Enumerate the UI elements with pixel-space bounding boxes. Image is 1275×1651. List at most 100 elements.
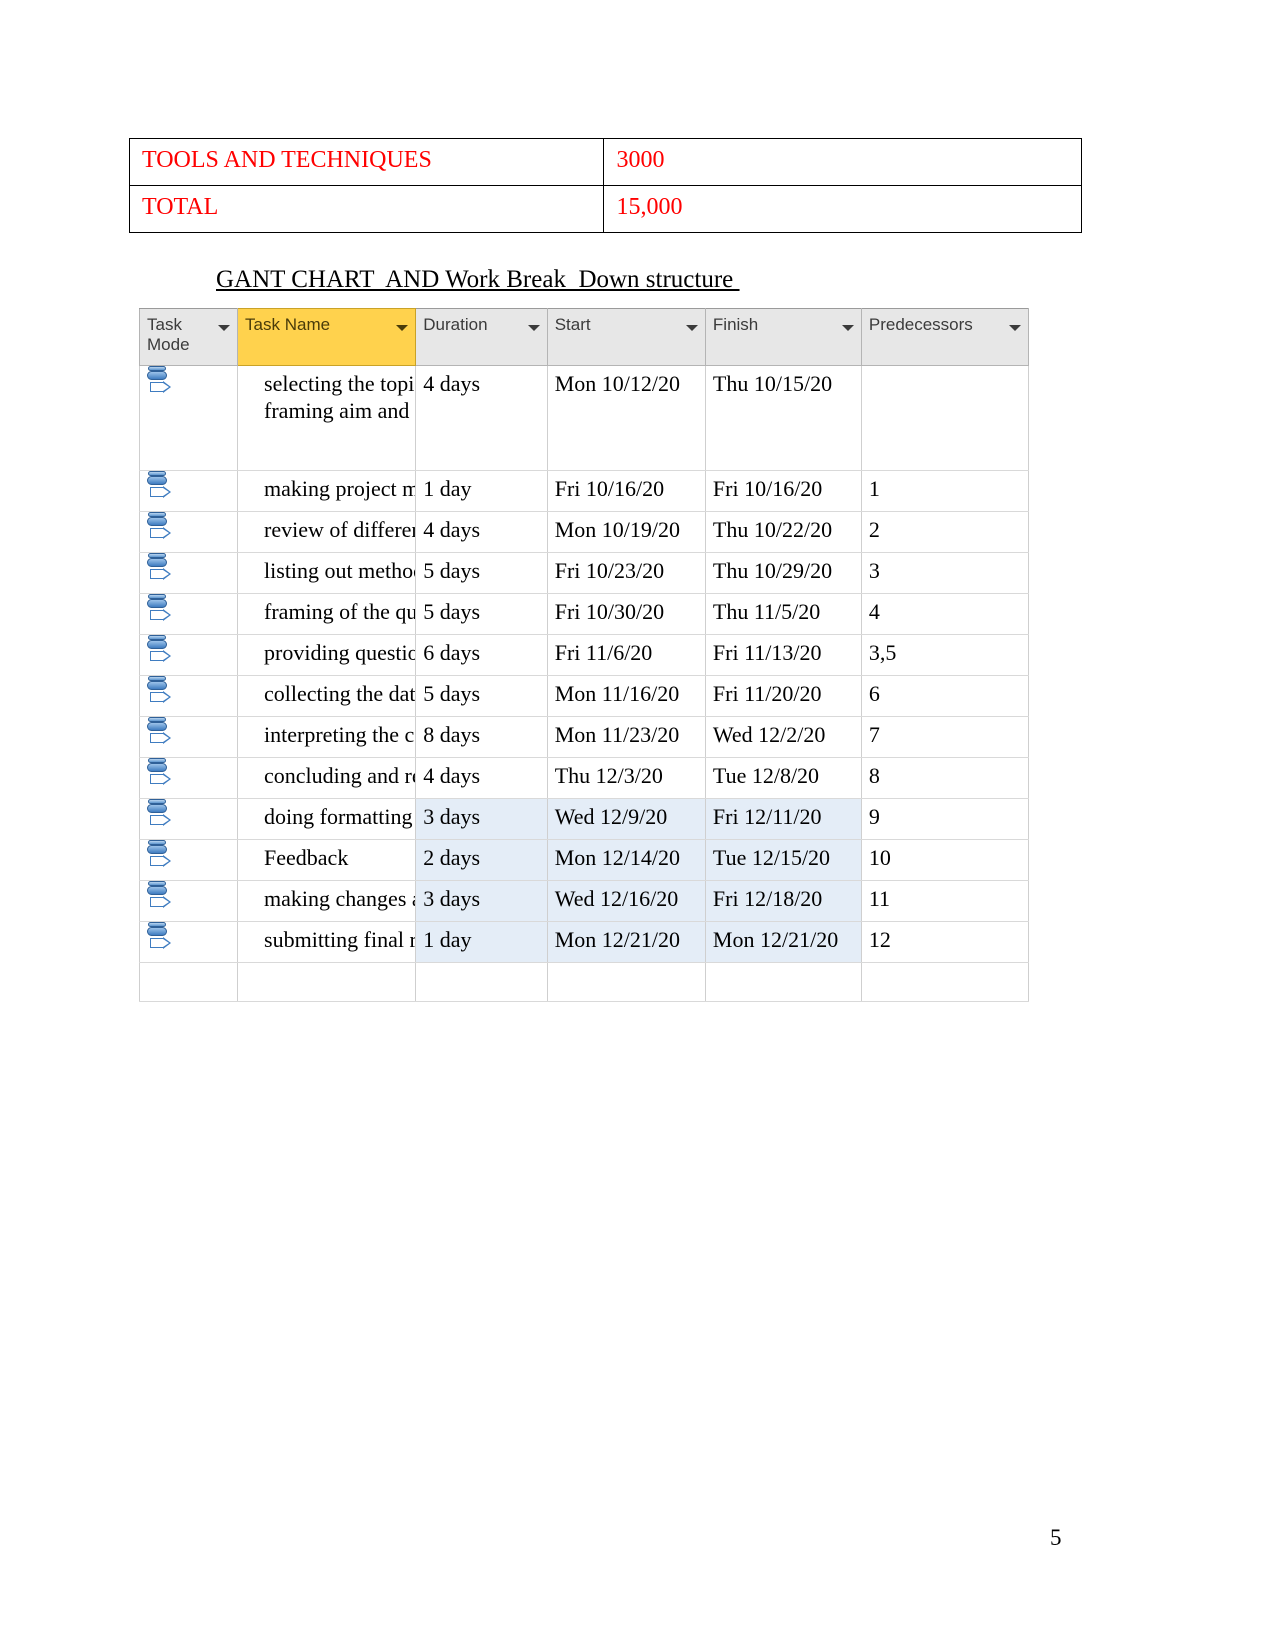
cell-duration[interactable]	[415, 962, 548, 1002]
table-row[interactable]: selecting the topic and framing aim and …	[138, 365, 1030, 471]
cell-predecessors[interactable]: 9	[860, 798, 1030, 840]
cell-task-name[interactable]: interpreting the collected	[237, 716, 417, 758]
cell-task-mode[interactable]	[138, 675, 239, 717]
cell-predecessors[interactable]: 8	[860, 757, 1030, 799]
cell-duration[interactable]: 4 days	[415, 365, 548, 471]
cell-duration[interactable]: 2 days	[415, 839, 548, 881]
cell-task-mode[interactable]	[138, 365, 239, 471]
cell-finish[interactable]: Tue 12/15/20	[704, 839, 862, 881]
cell-task-mode[interactable]	[138, 511, 239, 553]
cell-finish[interactable]: Thu 10/29/20	[704, 552, 862, 594]
cell-task-name[interactable]	[237, 962, 417, 1002]
cell-task-name[interactable]: Feedback	[237, 839, 417, 881]
cell-finish[interactable]: Fri 12/18/20	[704, 880, 862, 922]
cell-duration[interactable]: 4 days	[415, 511, 548, 553]
cell-task-mode[interactable]	[138, 839, 239, 881]
cell-predecessors[interactable]: 11	[860, 880, 1030, 922]
table-row[interactable]: making project managemen1 dayFri 10/16/2…	[138, 470, 1030, 512]
cell-finish[interactable]: Mon 12/21/20	[704, 921, 862, 963]
cell-task-mode[interactable]	[138, 757, 239, 799]
cell-finish[interactable]: Fri 11/20/20	[704, 675, 862, 717]
cell-task-name[interactable]: providing questionnaire to	[237, 634, 417, 676]
cell-task-mode[interactable]	[138, 593, 239, 635]
cell-start[interactable]: Mon 10/12/20	[546, 365, 706, 471]
cell-task-name[interactable]: listing out methods of rese	[237, 552, 417, 594]
cell-start[interactable]	[546, 962, 706, 1002]
cell-start[interactable]: Mon 10/19/20	[546, 511, 706, 553]
cell-start[interactable]: Fri 10/16/20	[546, 470, 706, 512]
cell-start[interactable]: Mon 12/14/20	[546, 839, 706, 881]
cell-finish[interactable]	[704, 962, 862, 1002]
table-row[interactable]: providing questionnaire to6 daysFri 11/6…	[138, 634, 1030, 676]
table-row[interactable]: submitting final research1 dayMon 12/21/…	[138, 921, 1030, 963]
chevron-down-icon[interactable]	[396, 325, 409, 331]
cell-duration[interactable]: 4 days	[415, 757, 548, 799]
chevron-down-icon[interactable]	[218, 325, 231, 331]
cell-task-mode[interactable]	[138, 962, 239, 1002]
cell-task-name[interactable]: submitting final research	[237, 921, 417, 963]
cell-finish[interactable]: Fri 10/16/20	[704, 470, 862, 512]
cell-finish[interactable]: Thu 11/5/20	[704, 593, 862, 635]
column-header-start[interactable]: Start	[546, 308, 706, 366]
cell-duration[interactable]: 5 days	[415, 675, 548, 717]
cell-duration[interactable]: 5 days	[415, 593, 548, 635]
cell-predecessors[interactable]: 6	[860, 675, 1030, 717]
cell-task-name[interactable]: selecting the topic and framing aim and …	[237, 365, 417, 471]
cell-start[interactable]: Mon 11/23/20	[546, 716, 706, 758]
cell-duration[interactable]: 1 day	[415, 921, 548, 963]
cell-predecessors[interactable]: 3,5	[860, 634, 1030, 676]
cell-duration[interactable]: 3 days	[415, 880, 548, 922]
table-row[interactable]: listing out methods of rese5 daysFri 10/…	[138, 552, 1030, 594]
cell-predecessors[interactable]	[860, 962, 1030, 1002]
cell-start[interactable]: Mon 11/16/20	[546, 675, 706, 717]
cell-start[interactable]: Fri 10/30/20	[546, 593, 706, 635]
table-row[interactable]: doing formatting 3 days Wed 12/9/20 Fri 12/…	[138, 798, 1030, 840]
cell-predecessors[interactable]: 7	[860, 716, 1030, 758]
cell-start[interactable]: Mon 12/21/20	[546, 921, 706, 963]
table-row[interactable]: concluding and recommen4 daysThu 12/3/20…	[138, 757, 1030, 799]
cell-finish[interactable]: Thu 10/22/20	[704, 511, 862, 553]
cell-finish[interactable]: Fri 12/11/20	[704, 798, 862, 840]
cell-finish[interactable]: Fri 11/13/20	[704, 634, 862, 676]
cell-predecessors[interactable]: 10	[860, 839, 1030, 881]
cell-duration[interactable]: 1 day	[415, 470, 548, 512]
cell-task-mode[interactable]	[138, 634, 239, 676]
column-header-finish[interactable]: Finish	[704, 308, 862, 366]
chevron-down-icon[interactable]	[685, 325, 698, 331]
cell-duration[interactable]: 8 days	[415, 716, 548, 758]
cell-task-name[interactable]: collecting the data	[237, 675, 417, 717]
cell-task-name[interactable]: concluding and recommen	[237, 757, 417, 799]
cell-task-name[interactable]: making changes as per gi	[237, 880, 417, 922]
chevron-down-icon[interactable]	[1009, 325, 1021, 331]
cell-task-name[interactable]: doing formatting	[237, 798, 417, 840]
table-row[interactable]: collecting the data 5 days Mon 11/16/20 Fri…	[138, 675, 1030, 717]
cell-duration[interactable]: 6 days	[415, 634, 548, 676]
cell-task-mode[interactable]	[138, 798, 239, 840]
table-row-empty[interactable]	[138, 962, 1030, 1002]
column-header-task-mode[interactable]: Task Mode	[138, 308, 239, 366]
cell-start[interactable]: Wed 12/16/20	[546, 880, 706, 922]
cell-predecessors[interactable]: 1	[860, 470, 1030, 512]
cell-task-name[interactable]: framing of the questionnai	[237, 593, 417, 635]
cell-task-mode[interactable]	[138, 921, 239, 963]
cell-start[interactable]: Thu 12/3/20	[546, 757, 706, 799]
cell-predecessors[interactable]: 2	[860, 511, 1030, 553]
cell-task-mode[interactable]	[138, 716, 239, 758]
table-row[interactable]: framing of the questionnai5 daysFri 10/3…	[138, 593, 1030, 635]
cell-start[interactable]: Wed 12/9/20	[546, 798, 706, 840]
cell-predecessors[interactable]	[860, 365, 1030, 471]
cell-task-name[interactable]: review of different literatu	[237, 511, 417, 553]
table-row[interactable]: interpreting the collected8 daysMon 11/2…	[138, 716, 1030, 758]
cell-finish[interactable]: Tue 12/8/20	[704, 757, 862, 799]
cell-predecessors[interactable]: 3	[860, 552, 1030, 594]
table-row[interactable]: review of different literatu4 daysMon 10…	[138, 511, 1030, 553]
table-row[interactable]: making changes as per gi3 daysWed 12/16/…	[138, 880, 1030, 922]
cell-task-mode[interactable]	[138, 880, 239, 922]
cell-finish[interactable]: Wed 12/2/20	[704, 716, 862, 758]
cell-task-mode[interactable]	[138, 470, 239, 512]
cell-task-name[interactable]: making project managemen	[237, 470, 417, 512]
cell-predecessors[interactable]: 12	[860, 921, 1030, 963]
chevron-down-icon[interactable]	[527, 325, 540, 331]
cell-duration[interactable]: 3 days	[415, 798, 548, 840]
cell-start[interactable]: Fri 10/23/20	[546, 552, 706, 594]
